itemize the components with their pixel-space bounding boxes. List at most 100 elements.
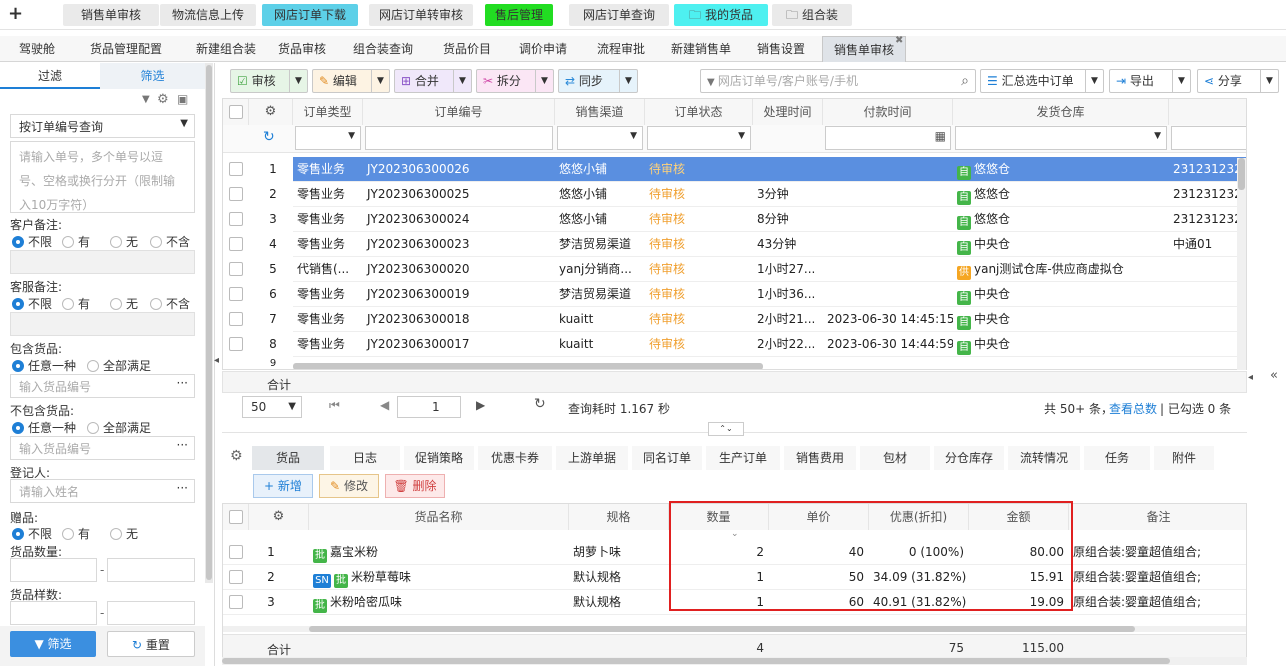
save-icon[interactable]: ▣: [177, 92, 188, 106]
column-filter-6[interactable]: [1171, 126, 1246, 150]
radio-opts4-0[interactable]: 不限: [12, 233, 52, 250]
split-dropdown-icon[interactable]: ▼: [535, 70, 553, 92]
sub-tab-0[interactable]: 驾驶舱: [0, 36, 74, 62]
merge-button[interactable]: ⊞ 合并 ▼: [394, 69, 472, 93]
column-header[interactable]: 货品名称: [309, 504, 569, 530]
goods-name[interactable]: 嘉宝米粉: [330, 545, 378, 559]
row-checkbox[interactable]: [229, 262, 243, 276]
expand-right-icon[interactable]: «: [1270, 368, 1278, 383]
search-dropdown-icon[interactable]: ▼: [707, 77, 718, 88]
top-tab-0[interactable]: 销售单审核: [63, 4, 159, 26]
next-page-icon[interactable]: ▶: [476, 398, 485, 412]
select-all-checkbox[interactable]: [228, 510, 243, 524]
export-button[interactable]: ⇥ 导出 ▼: [1109, 69, 1191, 93]
sub-tab-9[interactable]: 销售设置: [744, 36, 818, 62]
search-icon[interactable]: ⌕: [961, 70, 969, 92]
row-checkbox-cell[interactable]: [223, 565, 249, 590]
grid-vertical-scrollbar[interactable]: [1237, 158, 1246, 370]
detail-tab-4[interactable]: 上游单据: [556, 446, 628, 470]
gear-icon[interactable]: ⚙: [249, 504, 309, 530]
refresh-icon[interactable]: ↻: [263, 129, 275, 145]
row-checkbox[interactable]: [229, 337, 243, 351]
column-filter-4[interactable]: ▦: [825, 126, 951, 150]
radio-opts2-1[interactable]: 全部满足: [87, 357, 151, 374]
audit-button[interactable]: ☑ 审核 ▼: [230, 69, 308, 93]
service-note-input[interactable]: [10, 312, 195, 336]
edit-button[interactable]: ✎ 编辑 ▼: [312, 69, 390, 93]
collapse-right-icon[interactable]: ◂: [1248, 372, 1253, 383]
radio-opts4-1[interactable]: 有: [62, 233, 90, 250]
row-checkbox-cell[interactable]: [223, 157, 249, 182]
splitter-handle[interactable]: ⌃⌄: [708, 422, 744, 436]
column-header[interactable]: 发货仓库: [953, 99, 1169, 125]
bottom-scroll-thumb[interactable]: [222, 658, 1170, 664]
sub-tab-8[interactable]: 新建销售单: [660, 36, 742, 62]
column-filter-2[interactable]: ▼: [557, 126, 643, 150]
sub-grid-scroll-thumb[interactable]: [309, 626, 1135, 632]
collapse-left-icon[interactable]: ◂: [214, 355, 219, 366]
detail-tab-2[interactable]: 促销策略: [404, 446, 474, 470]
page-size-select[interactable]: 50 ▼: [242, 396, 302, 418]
row-checkbox[interactable]: [229, 545, 243, 559]
select-all-header[interactable]: [223, 504, 249, 530]
sub-tab-5[interactable]: 货品价目: [430, 36, 504, 62]
merge-dropdown-icon[interactable]: ▼: [453, 70, 471, 92]
not-contains-goods-input[interactable]: 输入货品编号 ···: [10, 436, 195, 460]
sub-tab-1[interactable]: 货品管理配置: [74, 36, 178, 62]
tab-filter[interactable]: 过滤: [0, 63, 100, 89]
radio-opts2-1[interactable]: 全部满足: [87, 419, 151, 436]
radio-opts4-3[interactable]: 不含: [150, 295, 190, 312]
registrant-input[interactable]: 请输入姓名 ···: [10, 479, 195, 503]
summary-dropdown-icon[interactable]: ▼: [1085, 70, 1103, 92]
detail-tab-10[interactable]: 流转情况: [1008, 446, 1080, 470]
column-header[interactable]: 付款时间: [823, 99, 953, 125]
radio-opts4-1[interactable]: 有: [62, 295, 90, 312]
row-checkbox-cell[interactable]: [223, 590, 249, 615]
top-tab-1[interactable]: 物流信息上传: [160, 4, 256, 26]
calendar-icon[interactable]: ▦: [935, 129, 946, 143]
column-header[interactable]: 处理时间: [753, 99, 823, 125]
top-tab-4[interactable]: 售后管理: [485, 4, 553, 26]
page-input[interactable]: 1: [397, 396, 461, 418]
goods-qty-min-input[interactable]: [10, 558, 97, 582]
export-dropdown-icon[interactable]: ▼: [1172, 70, 1190, 92]
sub-grid-scrollbar[interactable]: [223, 626, 1246, 632]
radio-opts4-3[interactable]: 不含: [150, 233, 190, 250]
first-page-icon[interactable]: ⏮: [329, 398, 340, 413]
radio-opts2-0[interactable]: 任意一种: [12, 419, 76, 436]
tab-screen[interactable]: 筛选: [100, 63, 205, 89]
column-header[interactable]: 数量: [669, 504, 769, 530]
row-checkbox[interactable]: [229, 237, 243, 251]
row-checkbox-cell[interactable]: [223, 540, 249, 565]
top-tab-7[interactable]: 🗀 组合装: [772, 4, 852, 26]
detail-tab-9[interactable]: 分仓库存: [934, 446, 1004, 470]
row-checkbox[interactable]: [229, 187, 243, 201]
detail-tab-8[interactable]: 包材: [860, 446, 930, 470]
column-filter-1[interactable]: [365, 126, 553, 150]
add-button[interactable]: + 新增: [253, 474, 313, 498]
column-header[interactable]: 规格: [569, 504, 669, 530]
prev-page-icon[interactable]: ◀: [380, 398, 389, 412]
radio-opts3-0[interactable]: 不限: [12, 525, 52, 542]
bottom-horizontal-scrollbar[interactable]: [222, 657, 1247, 665]
row-checkbox[interactable]: [229, 212, 243, 226]
row-checkbox[interactable]: [229, 287, 243, 301]
column-header[interactable]: 订单类型: [293, 99, 363, 125]
row-checkbox[interactable]: [229, 312, 243, 326]
row-checkbox-cell[interactable]: [223, 182, 249, 207]
goods-qty-max-input[interactable]: [107, 558, 195, 582]
query-type-select[interactable]: 按订单编号查询 ▼: [10, 114, 195, 138]
top-tab-6[interactable]: 🗀 我的货品: [674, 4, 768, 26]
more-icon[interactable]: ···: [177, 376, 188, 390]
row-checkbox-cell[interactable]: [223, 307, 249, 332]
grid-horizontal-scroll-thumb[interactable]: [293, 363, 763, 369]
chevron-down-icon[interactable]: ▼: [142, 94, 150, 105]
row-checkbox[interactable]: [229, 162, 243, 176]
sub-tab-10[interactable]: 销售单审核: [822, 36, 906, 62]
detail-tab-1[interactable]: 日志: [330, 446, 400, 470]
modify-button[interactable]: ✎ 修改: [319, 474, 379, 498]
column-filter-5[interactable]: ▼: [955, 126, 1167, 150]
column-header[interactable]: 金额: [969, 504, 1069, 530]
column-header[interactable]: 单价: [769, 504, 869, 530]
column-header[interactable]: 备注: [1069, 504, 1246, 530]
